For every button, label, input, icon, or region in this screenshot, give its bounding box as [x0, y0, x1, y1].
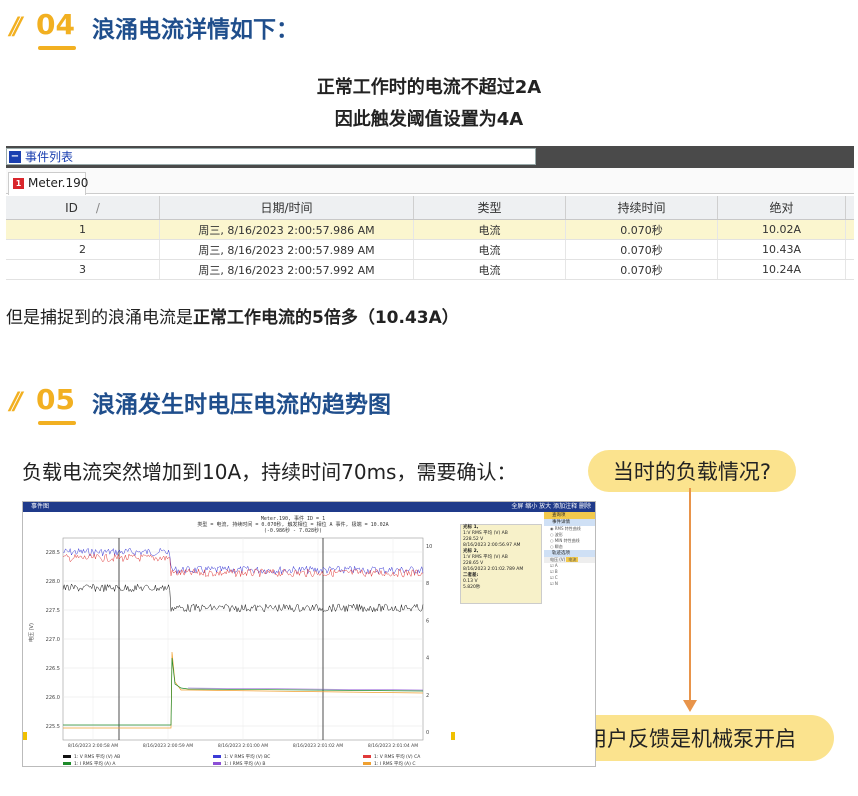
event-detail-header[interactable]: 事件详情 [544, 519, 595, 526]
legend-swatch [63, 755, 71, 758]
section-mark-icon: // [10, 387, 22, 415]
column-header-absolute[interactable]: 绝对 [718, 196, 846, 219]
table-row[interactable]: 1 周三, 8/16/2023 2:00:57.986 AM 电流 0.070秒 10.… [6, 220, 854, 240]
y2-tick-label: 6 [426, 618, 429, 624]
table-row[interactable]: 2 周三, 8/16/2023 2:00:57.989 AM 电流 0.070秒 10.… [6, 240, 854, 260]
intro-line-2: 因此触发阈值设置为4A [334, 109, 524, 130]
intro-line-1: 正常工作时的电流不超过2A [316, 77, 542, 98]
cell-absolute: 10.24A [718, 260, 846, 279]
y-tick-label: 225.5 [46, 724, 60, 730]
cell-id: 1 [6, 220, 160, 239]
x-tick-label: 8/16/2023 2:00:59 AM [143, 743, 193, 749]
cell-datetime: 周三, 8/16/2023 2:00:57.992 AM [160, 260, 414, 279]
legend-swatch [363, 755, 371, 758]
event-list-titlebar: − 事件列表 [6, 146, 854, 168]
section-underline [38, 421, 76, 425]
legend-label: 1: I RMS 平均 (A) A [74, 762, 116, 767]
event-tab-row: 1 Meter.190 [6, 168, 854, 195]
collapse-icon[interactable]: − [9, 151, 21, 163]
x-tick-label: 8/16/2023 2:01:02 AM [293, 743, 343, 749]
legend-swatch [213, 755, 221, 758]
arrow-line [689, 488, 691, 704]
legend-swatch [63, 762, 71, 765]
y2-tick-label: 0 [426, 730, 429, 736]
phase-list: ☑ A ☑ B ☑ C ☑ N [544, 563, 595, 587]
y2-tick-label: 8 [426, 581, 429, 587]
query-header[interactable]: 查询项 [544, 512, 595, 519]
y-tick-label: 228.5 [46, 550, 60, 556]
cell-datetime: 周三, 8/16/2023 2:00:57.986 AM [160, 220, 414, 239]
legend-label: 1: V RMS 平均 (V) CA [374, 755, 421, 760]
cell-duration: 0.070秒 [566, 240, 718, 259]
section-underline [38, 46, 76, 50]
meter-badge-icon: 1 [13, 178, 24, 189]
trend-legend: 1: V RMS 平均 (V) AB 1: V RMS 平均 (V) BC 1: V… [23, 752, 595, 767]
scroll-right-icon [451, 732, 455, 740]
cell-datetime: 周三, 8/16/2023 2:00:57.989 AM [160, 240, 414, 259]
question-bubble: 当时的负载情况? [588, 450, 796, 492]
column-header-id[interactable]: ID / [6, 196, 160, 219]
legend-label: 1: V RMS 平均 (V) BC [224, 755, 271, 760]
trend-window: 事件图 全屏 缩小 放大 添加注释 删除 Meter.190, 事件 ID = … [22, 501, 596, 767]
cell-type: 电流 [414, 240, 566, 259]
legend-label: 1: I RMS 平均 (A) B [224, 762, 266, 767]
y-tick-label: 227.0 [46, 637, 60, 643]
y-tick-label: 226.5 [46, 666, 60, 672]
event-list-title: 事件列表 [25, 150, 74, 164]
trace-options-header[interactable]: 轨迹选项 [544, 550, 595, 557]
trend-window-title: 事件图 [31, 503, 50, 510]
x-tick-label: 8/16/2023 2:01:00 AM [218, 743, 268, 749]
section-title: 浪涌发生时电压电流的趋势图 [92, 392, 391, 418]
surge-summary-emphasis: 正常工作电流的5倍多（10.43A） [193, 308, 459, 328]
cell-duration: 0.070秒 [566, 220, 718, 239]
column-header-type[interactable]: 类型 [414, 196, 566, 219]
section-mark-icon: // [10, 12, 22, 40]
trend-toolbar[interactable]: 全屏 缩小 放大 添加注释 删除 [511, 502, 591, 512]
event-table-header: ID / 日期/时间 类型 持续时间 绝对 [6, 196, 854, 220]
x-tick-label: 8/16/2023 2:01:04 AM [368, 743, 418, 749]
cell-type: 电流 [414, 220, 566, 239]
section-number: 05 [36, 383, 75, 416]
column-header-duration[interactable]: 持续时间 [566, 196, 718, 219]
section-number: 04 [36, 8, 75, 41]
y-tick-label: 226.0 [46, 695, 60, 701]
event-list-panel: − 事件列表 1 Meter.190 ID / 日期/时间 类型 持续时间 绝对 … [6, 146, 854, 284]
y-tick-label: 227.5 [46, 608, 60, 614]
table-row[interactable]: 3 周三, 8/16/2023 2:00:57.992 AM 电流 0.070秒 10.… [6, 260, 854, 280]
question-text: 负载电流突然增加到10A，持续时间70ms，需要确认： [22, 460, 517, 484]
legend-swatch [363, 762, 371, 765]
cursor-info-panel: 光标 1, 1:V RMS 平均 (V) AB 228.52 V 8/16/2023 … [460, 524, 542, 604]
cell-type: 电流 [414, 260, 566, 279]
section-title: 浪涌电流详情如下： [92, 17, 299, 43]
tab-meter[interactable]: 1 Meter.190 [8, 172, 89, 195]
phase-checkbox[interactable]: ☑ N [544, 581, 595, 587]
scroll-left-icon [23, 732, 27, 740]
y2-tick-label: 2 [426, 693, 429, 699]
y-tick-label: 228.0 [46, 579, 60, 585]
sort-icon: / [95, 200, 100, 215]
trend-titlebar: 事件图 全屏 缩小 放大 添加注释 删除 [23, 502, 595, 512]
trend-plot[interactable]: 228.5 228.0 227.5 227.0 226.5 226.0 225.5 10 8 6 4… [23, 532, 457, 754]
cell-id: 2 [6, 240, 160, 259]
cell-absolute: 10.02A [718, 220, 846, 239]
column-header-datetime[interactable]: 日期/时间 [160, 196, 414, 219]
y2-tick-label: 4 [426, 656, 429, 662]
legend-swatch [213, 762, 221, 765]
y-axis-label: 电压 (V) [28, 623, 35, 642]
surge-summary: 但是捕捉到的浪涌电流是正常工作电流的5倍多（10.43A） [6, 308, 459, 328]
cell-id: 3 [6, 260, 160, 279]
cell-duration: 0.070秒 [566, 260, 718, 279]
legend-label: 1: V RMS 平均 (V) AB [74, 755, 121, 760]
options-panel: 查询项 事件详情 ◉ RMS 特性曲线 ○ 波形 ○ MIN 特性曲线 ○ 瞬态… [544, 512, 595, 622]
cell-absolute: 10.43A [718, 240, 846, 259]
x-tick-label: 8/16/2023 2:00:58 AM [68, 743, 118, 749]
tab-meter-label: Meter.190 [28, 176, 89, 190]
y2-tick-label: 10 [426, 544, 432, 550]
cursor-info-line: 5.820秒 [463, 585, 481, 590]
legend-label: 1: I RMS 平均 (A) C [374, 762, 416, 767]
arrow-down-icon [683, 700, 697, 712]
